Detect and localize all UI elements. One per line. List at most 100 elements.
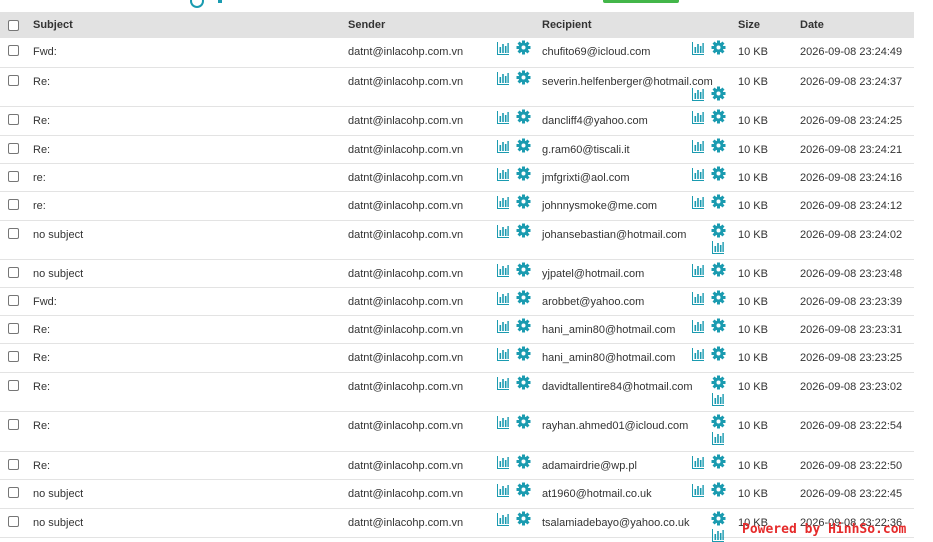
sender-stats-icon[interactable] bbox=[496, 139, 510, 153]
table-row[interactable]: Re: datnt@inlacohp.com.vn g.ram60@tiscal… bbox=[0, 135, 914, 164]
sender-settings-icon[interactable] bbox=[516, 166, 531, 180]
subject-text[interactable]: Re: bbox=[33, 452, 348, 473]
refresh-icon[interactable] bbox=[190, 0, 204, 8]
recipient-settings-icon[interactable] bbox=[711, 262, 726, 276]
recipient-settings-icon[interactable] bbox=[711, 414, 726, 428]
recipient-stats-icon[interactable] bbox=[691, 41, 705, 55]
sender-settings-icon[interactable] bbox=[516, 194, 531, 208]
action-button[interactable] bbox=[603, 0, 679, 3]
recipient-stats-icon[interactable] bbox=[691, 319, 705, 333]
subject-text[interactable]: re: bbox=[33, 192, 348, 213]
recipient-settings-icon[interactable] bbox=[711, 454, 726, 468]
sender-settings-icon[interactable] bbox=[516, 138, 531, 152]
row-checkbox[interactable] bbox=[8, 266, 19, 278]
sender-stats-icon[interactable] bbox=[496, 195, 510, 209]
recipient-address[interactable]: johansebastian@hotmail.com bbox=[542, 228, 686, 242]
row-checkbox[interactable] bbox=[8, 170, 19, 182]
sender-stats-icon[interactable] bbox=[496, 263, 510, 277]
sender-stats-icon[interactable] bbox=[496, 347, 510, 361]
recipient-stats-icon[interactable] bbox=[711, 392, 725, 406]
recipient-stats-icon[interactable] bbox=[691, 291, 705, 305]
row-checkbox[interactable] bbox=[8, 74, 19, 86]
recipient-settings-icon[interactable] bbox=[711, 223, 726, 237]
row-checkbox[interactable] bbox=[8, 379, 19, 391]
table-row[interactable]: Re: datnt@inlacohp.com.vn hani_amin80@ho… bbox=[0, 343, 914, 373]
table-row[interactable]: Fwd: datnt@inlacohp.com.vn chufito69@icl… bbox=[0, 38, 914, 68]
row-checkbox[interactable] bbox=[8, 322, 19, 334]
sender-stats-icon[interactable] bbox=[496, 376, 510, 390]
sender-stats-icon[interactable] bbox=[496, 167, 510, 181]
sender-address[interactable]: datnt@inlacohp.com.vn bbox=[348, 295, 463, 309]
subject-text[interactable]: Re: bbox=[33, 373, 348, 394]
sender-settings-icon[interactable] bbox=[516, 70, 531, 84]
sender-settings-icon[interactable] bbox=[516, 346, 531, 360]
recipient-stats-icon[interactable] bbox=[691, 347, 705, 361]
recipient-address[interactable]: arobbet@yahoo.com bbox=[542, 295, 644, 309]
sender-address[interactable]: datnt@inlacohp.com.vn bbox=[348, 459, 463, 473]
recipient-stats-icon[interactable] bbox=[711, 431, 725, 445]
table-row[interactable]: no subject datnt@inlacohp.com.vn johanse… bbox=[0, 220, 914, 260]
sender-stats-icon[interactable] bbox=[496, 483, 510, 497]
recipient-settings-icon[interactable] bbox=[711, 482, 726, 496]
table-row[interactable]: Re: datnt@inlacohp.com.vn severin.helfen… bbox=[0, 67, 914, 107]
sender-address[interactable]: datnt@inlacohp.com.vn bbox=[348, 75, 463, 89]
recipient-settings-icon[interactable] bbox=[711, 166, 726, 180]
column-header-sender[interactable]: Sender bbox=[348, 12, 542, 38]
recipient-address[interactable]: severin.helfenberger@hotmail.com bbox=[542, 75, 713, 89]
recipient-stats-icon[interactable] bbox=[691, 263, 705, 277]
recipient-settings-icon[interactable] bbox=[711, 375, 726, 389]
recipient-address[interactable]: adamairdrie@wp.pl bbox=[542, 459, 637, 473]
recipient-address[interactable]: tsalamiadebayo@yahoo.co.uk bbox=[542, 516, 690, 530]
row-checkbox[interactable] bbox=[8, 113, 19, 125]
recipient-address[interactable]: rayhan.ahmed01@icloud.com bbox=[542, 419, 688, 433]
subject-text[interactable]: Fwd: bbox=[33, 38, 348, 59]
select-all-checkbox[interactable] bbox=[8, 20, 19, 31]
subject-text[interactable]: Re: bbox=[33, 412, 348, 433]
recipient-settings-icon[interactable] bbox=[711, 290, 726, 304]
sender-address[interactable]: datnt@inlacohp.com.vn bbox=[348, 487, 463, 501]
sender-settings-icon[interactable] bbox=[516, 40, 531, 55]
recipient-settings-icon[interactable] bbox=[711, 511, 726, 525]
subject-text[interactable]: re: bbox=[33, 164, 348, 185]
sender-settings-icon[interactable] bbox=[516, 454, 531, 468]
sender-address[interactable]: datnt@inlacohp.com.vn bbox=[348, 45, 463, 59]
table-row[interactable]: Re: datnt@inlacohp.com.vn hani_amin80@ho… bbox=[0, 315, 914, 344]
sender-stats-icon[interactable] bbox=[496, 455, 510, 469]
recipient-stats-icon[interactable] bbox=[711, 528, 725, 542]
sender-settings-icon[interactable] bbox=[516, 109, 531, 123]
table-row[interactable]: Re: datnt@inlacohp.com.vn dancliff4@yaho… bbox=[0, 106, 914, 136]
scrollbar-track[interactable] bbox=[914, 12, 933, 537]
subject-text[interactable]: Re: bbox=[33, 344, 348, 365]
row-checkbox[interactable] bbox=[8, 418, 19, 430]
sender-settings-icon[interactable] bbox=[516, 511, 531, 525]
recipient-address[interactable]: hani_amin80@hotmail.com bbox=[542, 323, 675, 337]
recipient-stats-icon[interactable] bbox=[691, 195, 705, 209]
subject-text[interactable]: Re: bbox=[33, 316, 348, 337]
subject-text[interactable]: Re: bbox=[33, 107, 348, 128]
sender-address[interactable]: datnt@inlacohp.com.vn bbox=[348, 228, 463, 242]
table-row[interactable]: no subject datnt@inlacohp.com.vn at1960@… bbox=[0, 479, 914, 509]
column-header-date[interactable]: Date bbox=[800, 12, 914, 38]
sender-address[interactable]: datnt@inlacohp.com.vn bbox=[348, 323, 463, 337]
sender-settings-icon[interactable] bbox=[516, 375, 531, 389]
recipient-address[interactable]: dancliff4@yahoo.com bbox=[542, 114, 648, 128]
row-checkbox[interactable] bbox=[8, 45, 19, 56]
sender-address[interactable]: datnt@inlacohp.com.vn bbox=[348, 267, 463, 281]
sender-settings-icon[interactable] bbox=[516, 318, 531, 332]
recipient-settings-icon[interactable] bbox=[711, 346, 726, 360]
row-checkbox[interactable] bbox=[8, 294, 19, 306]
sender-address[interactable]: datnt@inlacohp.com.vn bbox=[348, 199, 463, 213]
sender-settings-icon[interactable] bbox=[516, 414, 531, 428]
row-checkbox[interactable] bbox=[8, 227, 19, 239]
recipient-address[interactable]: at1960@hotmail.co.uk bbox=[542, 487, 652, 501]
recipient-address[interactable]: g.ram60@tiscali.it bbox=[542, 143, 630, 157]
sender-address[interactable]: datnt@inlacohp.com.vn bbox=[348, 380, 463, 394]
row-checkbox[interactable] bbox=[8, 350, 19, 362]
sender-address[interactable]: datnt@inlacohp.com.vn bbox=[348, 114, 463, 128]
recipient-stats-icon[interactable] bbox=[691, 139, 705, 153]
sender-address[interactable]: datnt@inlacohp.com.vn bbox=[348, 143, 463, 157]
recipient-settings-icon[interactable] bbox=[711, 194, 726, 208]
subject-text[interactable]: Re: bbox=[33, 68, 348, 89]
table-row[interactable]: Re: datnt@inlacohp.com.vn rayhan.ahmed01… bbox=[0, 411, 914, 452]
sender-settings-icon[interactable] bbox=[516, 223, 531, 237]
